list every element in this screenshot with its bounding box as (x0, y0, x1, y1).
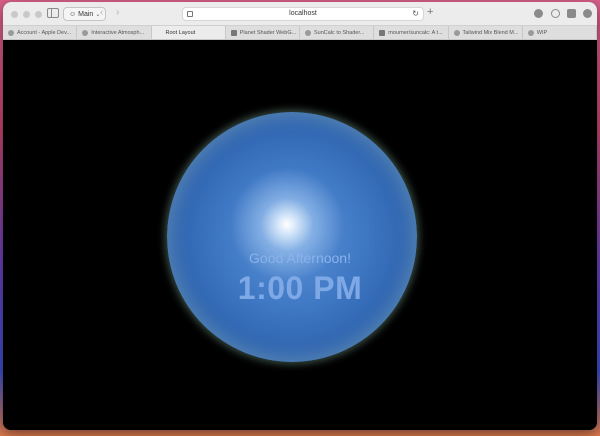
zoom-window-button[interactable] (35, 11, 42, 18)
extension-icon[interactable] (534, 9, 543, 18)
back-arrow-icon[interactable]: ‹ (100, 7, 103, 19)
page-content: Good Afternoon! 1:00 PM (3, 40, 597, 430)
page-settings-icon[interactable] (187, 11, 193, 17)
tab-label: Planet Shader WebG... (239, 29, 297, 36)
tab-suncalc-to-shader[interactable]: SunCalc to Shader... (300, 26, 375, 39)
pin-icon (527, 29, 534, 36)
tab-label: Root Layout (165, 29, 196, 36)
tab-account-apple-dev[interactable]: Account - Apple Dev... (3, 26, 78, 39)
extension-icon[interactable] (567, 9, 576, 18)
profile-label: Main (78, 10, 94, 18)
tab-mourner-suncalc[interactable]: mourner/suncalc: A t... (374, 26, 449, 39)
sidebar-toggle-icon[interactable] (47, 8, 59, 18)
address-bar[interactable]: localhost ↻ (182, 7, 424, 21)
greeting-text: Good Afternoon! (249, 250, 351, 266)
tab-label: mourner/suncalc: A t... (388, 29, 443, 36)
github-icon (379, 29, 386, 36)
reload-icon[interactable]: ↻ (412, 8, 419, 20)
tab-tailwind-mix-blend[interactable]: Tailwind Mix Blend M... (449, 26, 523, 39)
tab-label: Tailwind Mix Blend M... (462, 29, 519, 36)
globe-icon (453, 29, 460, 36)
sky-orb (167, 112, 417, 362)
tab-interactive-atmosphere[interactable]: Interactive Atmosph... (77, 26, 152, 39)
tab-label: SunCalc to Shader... (314, 29, 365, 36)
globe-icon (82, 29, 89, 36)
chatgpt-icon (305, 29, 311, 36)
window-controls (11, 11, 42, 18)
address-text: localhost (289, 10, 317, 17)
tab-root-layout[interactable]: Root Layout (151, 26, 226, 39)
browser-window: ☺ Main ⌄ ‹ › localhost ↻ + Account - App… (3, 2, 597, 430)
tab-label: Interactive Atmosph... (91, 29, 145, 36)
tab-bar: Account - Apple Dev... Interactive Atmos… (3, 26, 597, 40)
new-tab-plus-icon[interactable]: + (427, 6, 433, 18)
tab-label: Account - Apple Dev... (17, 29, 72, 36)
tab-label: WIP (536, 29, 548, 36)
minimize-window-button[interactable] (23, 11, 30, 18)
document-icon (230, 29, 237, 36)
tab-planet-shader[interactable]: Planet Shader WebG... (226, 26, 300, 39)
apple-icon (8, 29, 14, 36)
person-icon: ☺ (69, 10, 77, 18)
forward-arrow-icon[interactable]: › (116, 7, 119, 19)
extension-icon[interactable] (583, 9, 592, 18)
browser-toolbar: ☺ Main ⌄ ‹ › localhost ↻ + (3, 2, 597, 26)
time-display: 1:00 PM (237, 270, 363, 306)
tab-wip[interactable]: WIP (523, 26, 597, 39)
close-window-button[interactable] (11, 11, 18, 18)
extension-icon[interactable] (551, 9, 560, 18)
blank-page-icon (157, 30, 163, 36)
